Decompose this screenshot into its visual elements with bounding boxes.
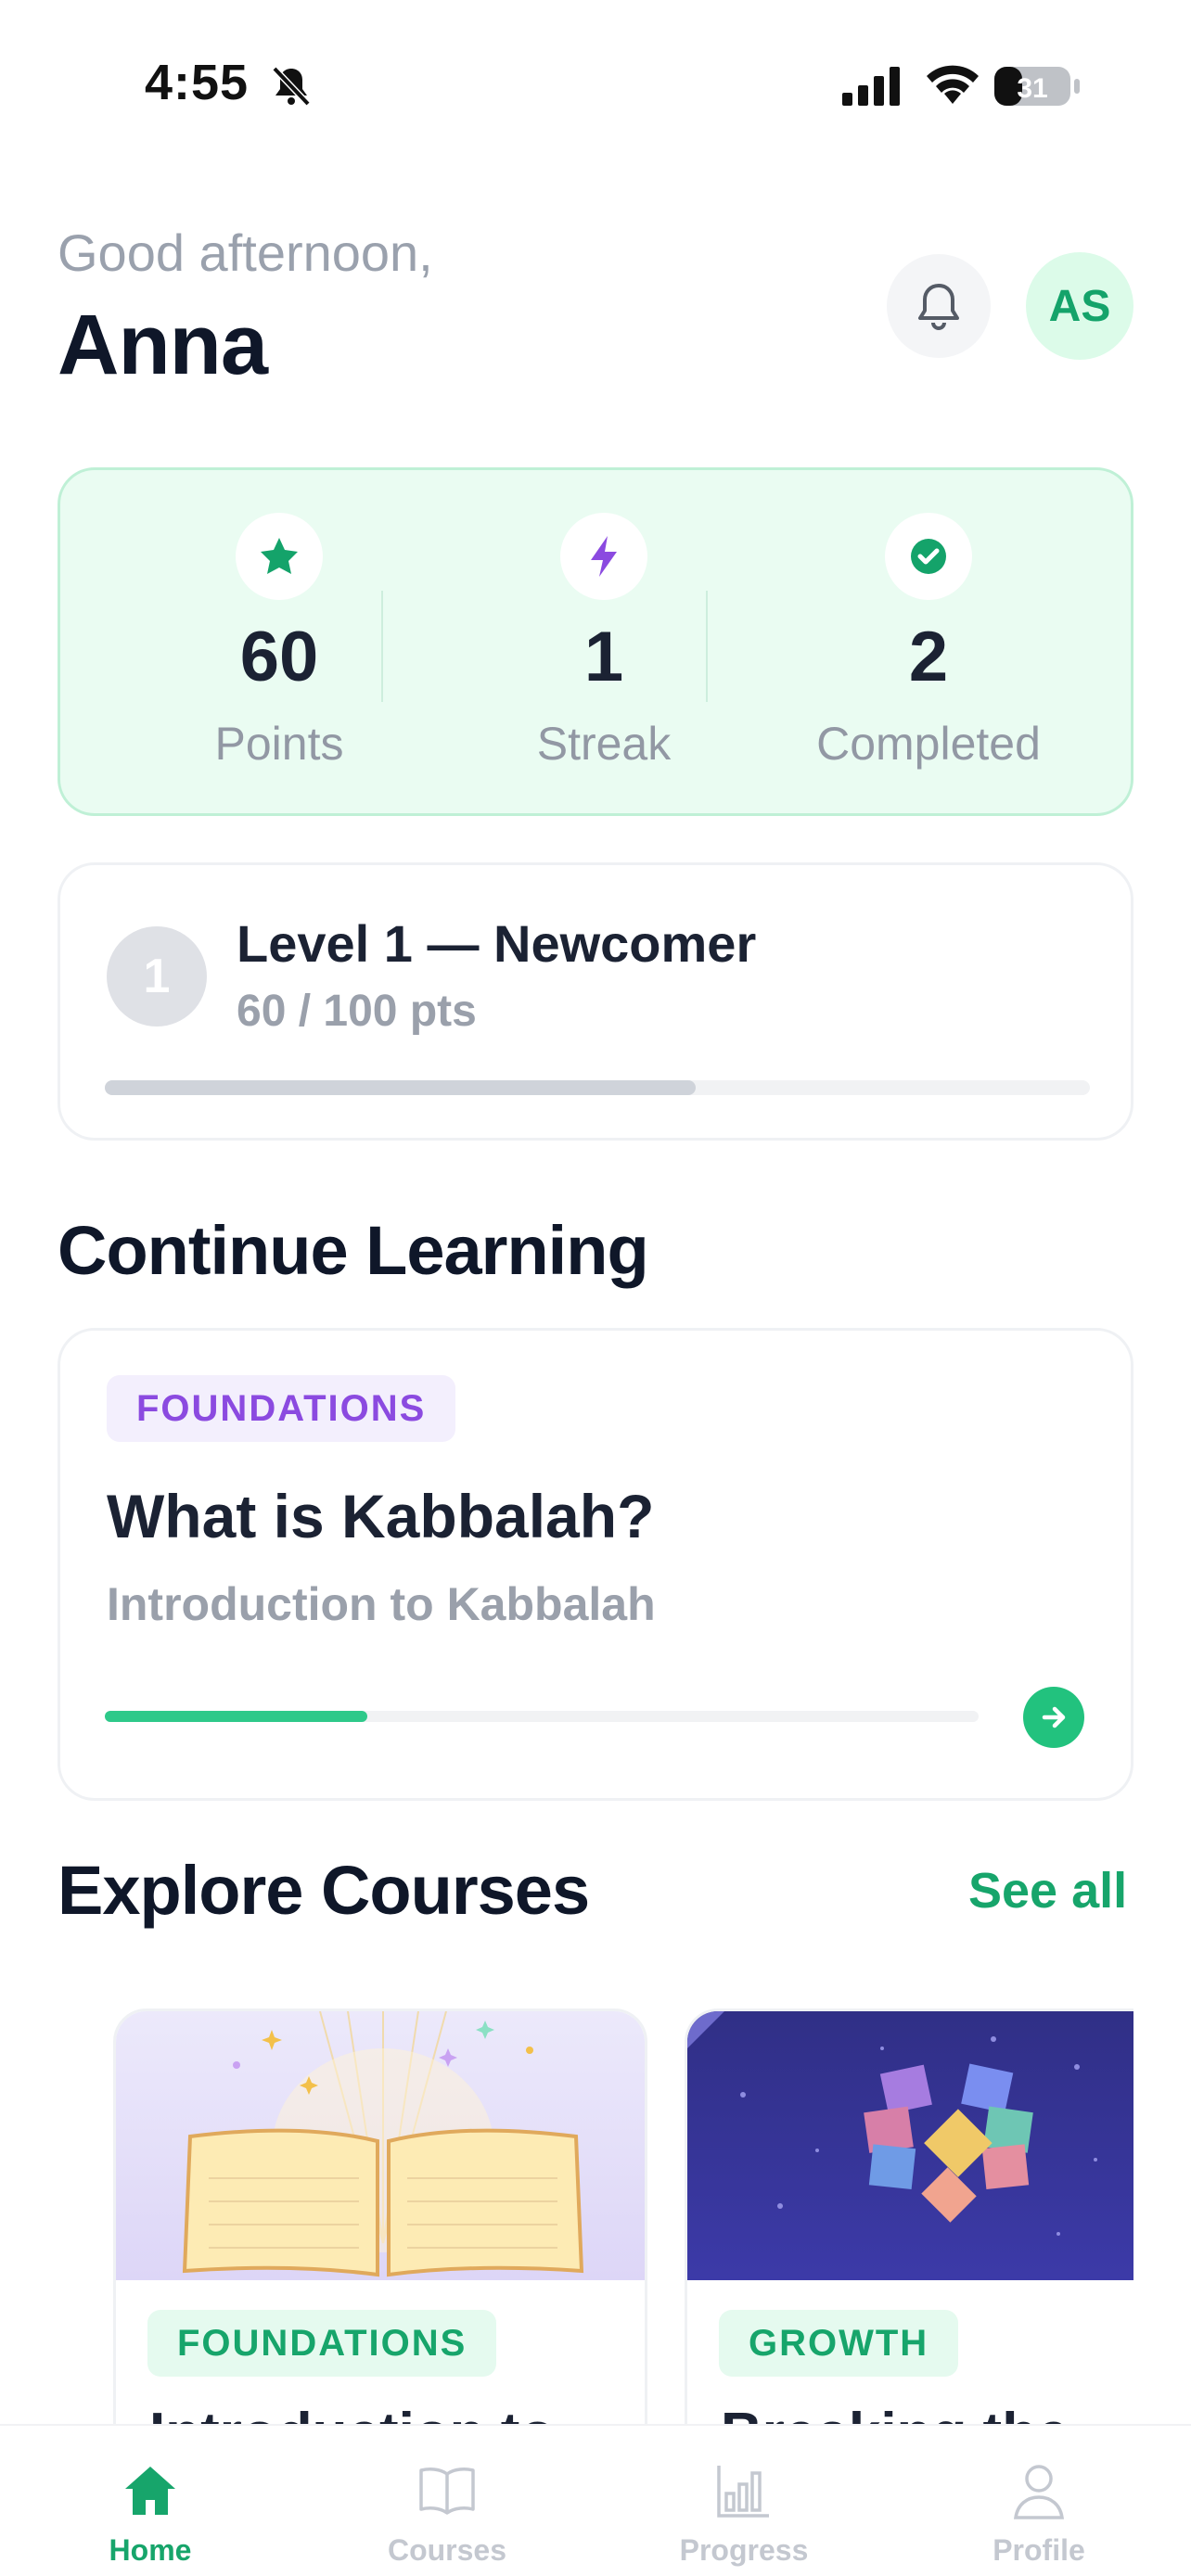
tab-label: Progress — [679, 2533, 809, 2567]
lesson-subtitle: Introduction to Kabbalah — [107, 1578, 656, 1630]
course-tag: GROWTH — [719, 2310, 959, 2377]
lesson-progress-fill — [105, 1711, 367, 1722]
tab-label: Home — [109, 2533, 192, 2567]
lesson-progress-bar — [105, 1711, 979, 1722]
stat-value: 60 — [239, 618, 319, 696]
course-card[interactable]: FOUNDATIONS Introduction to — [113, 2009, 647, 2435]
course-card[interactable]: GROWTH Breaking the — [685, 2009, 1133, 2435]
tab-progress[interactable]: Progress — [642, 2461, 846, 2568]
book-icon — [345, 2461, 549, 2520]
cell-signal-icon — [842, 67, 900, 106]
course-tag: FOUNDATIONS — [147, 2310, 497, 2377]
stat-label: Completed — [816, 718, 1041, 770]
level-progress-bar — [105, 1080, 1090, 1095]
greeting-text: Good afternoon, — [58, 223, 433, 282]
status-bar: 4:55 31 — [0, 0, 1191, 176]
see-all-link[interactable]: See all — [968, 1862, 1127, 1919]
level-title: Level 1 — Newcomer — [237, 914, 757, 973]
notifications-button[interactable] — [887, 254, 991, 358]
geometric-lotus-illustration — [687, 2011, 1133, 2280]
lesson-category-tag: FOUNDATIONS — [107, 1375, 456, 1442]
tab-home[interactable]: Home — [48, 2461, 252, 2568]
stat-label: Streak — [536, 718, 672, 770]
lesson-title: What is Kabbalah? — [107, 1482, 655, 1550]
stat-divider — [381, 591, 383, 702]
stat-completed: 2 Completed — [762, 513, 1095, 771]
check-circle-icon — [885, 513, 972, 600]
stat-streak: 1 Streak — [437, 513, 771, 771]
stat-divider — [706, 591, 708, 702]
level-badge: 1 — [107, 926, 207, 1027]
continue-lesson-card[interactable]: FOUNDATIONS What is Kabbalah? Introducti… — [58, 1328, 1133, 1801]
level-card[interactable]: 1 Level 1 — Newcomer 60 / 100 pts — [58, 862, 1133, 1141]
bell-slash-icon — [272, 66, 311, 107]
continue-learning-title: Continue Learning — [58, 1212, 649, 1289]
level-progress-fill — [105, 1080, 697, 1095]
battery-level: 31 — [1017, 73, 1047, 104]
stat-value: 2 — [908, 618, 949, 696]
continue-arrow-button[interactable] — [1023, 1687, 1084, 1748]
tab-profile[interactable]: Profile — [937, 2461, 1141, 2568]
stat-value: 1 — [583, 618, 624, 696]
battery-icon: 31 — [994, 65, 1082, 108]
arrow-right-icon — [1042, 1706, 1066, 1728]
stat-points: 60 Points — [112, 513, 446, 771]
bell-icon — [918, 284, 959, 330]
user-name: Anna — [58, 298, 268, 392]
tab-label: Courses — [387, 2533, 507, 2567]
bar-chart-icon — [642, 2461, 846, 2520]
tab-bar: Home Courses Progress Profile — [0, 2424, 1191, 2576]
lightning-icon — [560, 513, 647, 600]
star-icon — [236, 513, 323, 600]
stat-label: Points — [214, 718, 344, 770]
status-time: 4:55 — [145, 55, 250, 110]
home-icon — [48, 2461, 252, 2520]
avatar[interactable]: AS — [1026, 252, 1133, 360]
level-points: 60 / 100 pts — [237, 987, 477, 1036]
tab-courses[interactable]: Courses — [345, 2461, 549, 2568]
wifi-icon — [927, 65, 979, 104]
person-icon — [937, 2461, 1141, 2520]
tab-label: Profile — [992, 2533, 1085, 2567]
explore-courses-title: Explore Courses — [58, 1852, 590, 1929]
stats-card: 60 Points 1 Streak 2 Completed — [58, 467, 1133, 816]
open-book-illustration — [116, 2011, 645, 2280]
